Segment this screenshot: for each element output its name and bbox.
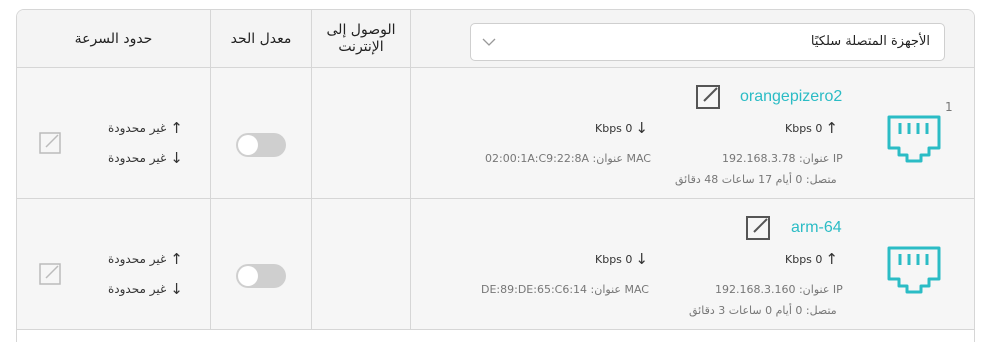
- toggle-knob: [238, 135, 258, 155]
- row-index: 1: [945, 100, 953, 114]
- upload-rate: Kbps 0 ↑: [785, 250, 838, 268]
- download-rate: Kbps 0 ↓: [595, 119, 648, 137]
- column-header-rate-limit: معدل الحد: [230, 30, 292, 47]
- table-header: الأجهزة المتصلة سلكيًا الوصول إلى الإنتر…: [17, 10, 974, 68]
- mac-address: MAC عنوان: DE:89:DE:65:C6:14: [481, 283, 649, 296]
- download-rate-value: Kbps 0: [595, 121, 633, 135]
- device-name: orangepizero2: [740, 88, 843, 105]
- column-header-internet-access: الوصول إلى الإنترنت: [326, 22, 396, 55]
- download-limit: ↓ غير محدودة: [108, 149, 183, 167]
- upload-limit: ↑ غير محدودة: [108, 250, 183, 268]
- upload-limit-value: غير محدودة: [108, 121, 167, 135]
- toggle-knob: [238, 266, 258, 286]
- devices-table: الأجهزة المتصلة سلكيًا الوصول إلى الإنتر…: [16, 9, 975, 342]
- column-divider: [410, 10, 411, 330]
- download-limit: ↓ غير محدودة: [108, 280, 183, 298]
- arrow-down-icon: ↓: [635, 250, 648, 268]
- table-row: 1 orangepizero2 Kbps 0 ↑ Kbps 0 ↓ IP عنو…: [17, 68, 974, 199]
- arrow-up-icon: ↑: [170, 119, 183, 137]
- arrow-up-icon: ↑: [825, 119, 838, 137]
- edit-name-icon[interactable]: [746, 216, 770, 240]
- chevron-down-icon: [482, 38, 496, 46]
- arrow-down-icon: ↓: [170, 280, 183, 298]
- edit-limit-icon[interactable]: [39, 132, 61, 154]
- edit-name-icon[interactable]: [696, 85, 720, 109]
- ethernet-port-icon: [887, 115, 941, 163]
- column-header-speed-limits: حدود السرعة: [74, 30, 153, 47]
- connected-duration: متصل: 0 أيام 0 ساعات 3 دقائق: [689, 304, 837, 317]
- upload-rate: Kbps 0 ↑: [785, 119, 838, 137]
- ip-address: IP عنوان: 192.168.3.160: [715, 283, 843, 296]
- upload-limit-value: غير محدودة: [108, 252, 167, 266]
- upload-limit: ↑ غير محدودة: [108, 119, 183, 137]
- mac-address: MAC عنوان: 02:00:1A:C9:22:8A: [485, 152, 651, 165]
- edit-limit-icon[interactable]: [39, 263, 61, 285]
- column-divider: [210, 10, 211, 330]
- ethernet-port-icon: [887, 246, 941, 294]
- table-row: arm-64 Kbps 0 ↑ Kbps 0 ↓ IP عنوان: 192.1…: [17, 199, 974, 330]
- upload-rate-value: Kbps 0: [785, 252, 823, 266]
- arrow-up-icon: ↑: [170, 250, 183, 268]
- download-limit-value: غير محدودة: [108, 282, 167, 296]
- device-name: arm-64: [791, 219, 842, 236]
- arrow-down-icon: ↓: [635, 119, 648, 137]
- arrow-down-icon: ↓: [170, 149, 183, 167]
- download-rate-value: Kbps 0: [595, 252, 633, 266]
- device-filter-value: الأجهزة المتصلة سلكيًا: [810, 34, 930, 49]
- rate-limit-toggle[interactable]: [236, 133, 286, 157]
- column-divider: [311, 10, 312, 330]
- ip-address: IP عنوان: 192.168.3.78: [722, 152, 843, 165]
- download-rate: Kbps 0 ↓: [595, 250, 648, 268]
- arrow-up-icon: ↑: [825, 250, 838, 268]
- device-filter-select[interactable]: الأجهزة المتصلة سلكيًا: [470, 23, 945, 61]
- rate-limit-toggle[interactable]: [236, 264, 286, 288]
- download-limit-value: غير محدودة: [108, 151, 167, 165]
- connected-duration: متصل: 0 أيام 17 ساعات 48 دقائق: [675, 173, 837, 186]
- upload-rate-value: Kbps 0: [785, 121, 823, 135]
